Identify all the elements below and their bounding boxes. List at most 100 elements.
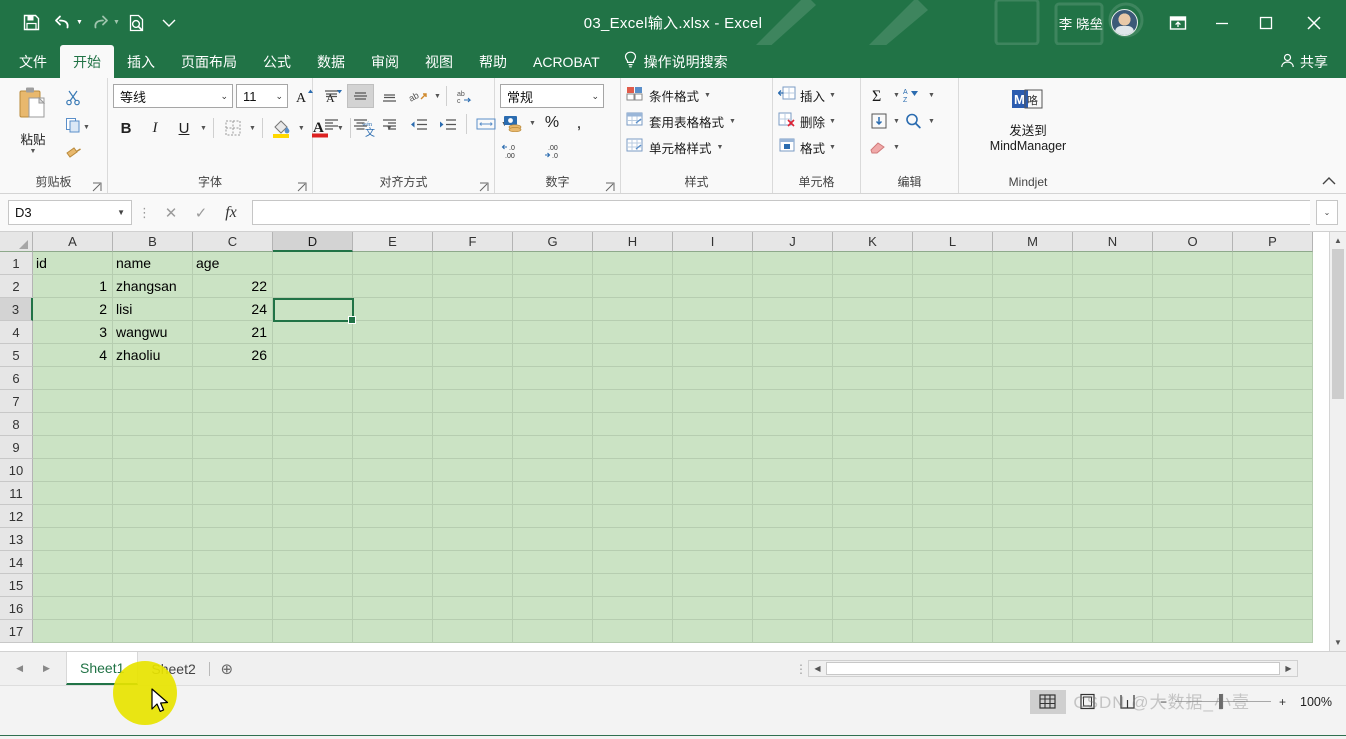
cell-K15[interactable] (833, 574, 913, 597)
format-painter-button[interactable] (61, 142, 90, 166)
zoom-slider[interactable] (1174, 694, 1271, 709)
cell-I7[interactable] (673, 390, 753, 413)
cell-I10[interactable] (673, 459, 753, 482)
vertical-scrollbar[interactable]: ▲ ▼ (1329, 232, 1346, 651)
paste-button[interactable]: 粘贴 ▼ (5, 84, 61, 155)
copy-dropdown-icon[interactable]: ▼ (83, 124, 90, 131)
chevron-down-icon[interactable]: ▼ (829, 92, 836, 99)
cell-E2[interactable] (353, 275, 433, 298)
accounting-dropdown-icon[interactable]: ▼ (529, 120, 536, 127)
borders-button[interactable] (220, 116, 246, 140)
cell-K6[interactable] (833, 367, 913, 390)
row-header-1[interactable]: 1 (0, 252, 33, 275)
cell-L10[interactable] (913, 459, 993, 482)
chevron-down-icon[interactable]: ▼ (729, 118, 736, 125)
fill-color-dropdown-icon[interactable]: ▼ (298, 125, 305, 132)
cell-F5[interactable] (433, 344, 513, 367)
comma-style-button[interactable]: , (568, 111, 590, 135)
cell-B9[interactable] (113, 436, 193, 459)
cell-P3[interactable] (1233, 298, 1313, 321)
cell-I11[interactable] (673, 482, 753, 505)
cell-C13[interactable] (193, 528, 273, 551)
cell-B4[interactable]: wangwu (113, 321, 193, 344)
cell-M12[interactable] (993, 505, 1073, 528)
cell-A5[interactable]: 4 (33, 344, 113, 367)
cell-G4[interactable] (513, 321, 593, 344)
cell-G17[interactable] (513, 620, 593, 643)
increase-indent-button[interactable] (434, 112, 461, 136)
redo-dropdown-icon[interactable]: ▼ (113, 19, 120, 26)
align-middle-button[interactable] (347, 84, 374, 108)
cell-P4[interactable] (1233, 321, 1313, 344)
cell-H1[interactable] (593, 252, 673, 275)
ribbon-display-options-icon[interactable] (1156, 0, 1200, 45)
cell-J1[interactable] (753, 252, 833, 275)
cell-N13[interactable] (1073, 528, 1153, 551)
paste-dropdown-icon[interactable]: ▼ (30, 148, 37, 155)
cell-F1[interactable] (433, 252, 513, 275)
cell-O15[interactable] (1153, 574, 1233, 597)
cell-L12[interactable] (913, 505, 993, 528)
cell-F15[interactable] (433, 574, 513, 597)
cell-J9[interactable] (753, 436, 833, 459)
cell-J14[interactable] (753, 551, 833, 574)
accounting-format-button[interactable] (500, 111, 526, 135)
cell-P10[interactable] (1233, 459, 1313, 482)
cell-C17[interactable] (193, 620, 273, 643)
cell-L6[interactable] (913, 367, 993, 390)
cell-A12[interactable] (33, 505, 113, 528)
normal-view-button[interactable] (1029, 689, 1066, 714)
chevron-down-icon[interactable]: ▼ (704, 92, 711, 99)
formula-input[interactable] (252, 200, 1310, 225)
cell-I1[interactable] (673, 252, 753, 275)
cell-N1[interactable] (1073, 252, 1153, 275)
cell-I5[interactable] (673, 344, 753, 367)
row-header-4[interactable]: 4 (0, 321, 33, 344)
fill-button[interactable] (866, 109, 892, 133)
column-header-M[interactable]: M (993, 232, 1073, 252)
print-preview-icon[interactable] (122, 9, 152, 37)
customize-qat-icon[interactable] (154, 9, 184, 37)
cell-D14[interactable] (273, 551, 353, 574)
cell-E14[interactable] (353, 551, 433, 574)
increase-decimal-button[interactable]: .0.00 (500, 138, 540, 162)
cell-E17[interactable] (353, 620, 433, 643)
cell-M9[interactable] (993, 436, 1073, 459)
cell-M6[interactable] (993, 367, 1073, 390)
cell-I17[interactable] (673, 620, 753, 643)
row-header-13[interactable]: 13 (0, 528, 33, 551)
tab-review[interactable]: 审阅 (358, 45, 412, 78)
cell-M1[interactable] (993, 252, 1073, 275)
insert-function-button[interactable]: fx (216, 200, 246, 225)
cell-G11[interactable] (513, 482, 593, 505)
column-header-P[interactable]: P (1233, 232, 1313, 252)
cell-E6[interactable] (353, 367, 433, 390)
cell-N16[interactable] (1073, 597, 1153, 620)
cell-C4[interactable]: 21 (193, 321, 273, 344)
cell-G3[interactable] (513, 298, 593, 321)
font-name-combo[interactable]: 等线 ⌄ (113, 84, 233, 108)
cell-P11[interactable] (1233, 482, 1313, 505)
cell-P13[interactable] (1233, 528, 1313, 551)
cell-M16[interactable] (993, 597, 1073, 620)
cell-C8[interactable] (193, 413, 273, 436)
cell-E1[interactable] (353, 252, 433, 275)
cell-H15[interactable] (593, 574, 673, 597)
cell-M8[interactable] (993, 413, 1073, 436)
cell-N6[interactable] (1073, 367, 1153, 390)
cell-J16[interactable] (753, 597, 833, 620)
zoom-in-button[interactable]: + (1279, 695, 1286, 709)
column-header-E[interactable]: E (353, 232, 433, 252)
italic-button[interactable]: I (142, 116, 168, 140)
cell-C16[interactable] (193, 597, 273, 620)
cell-J6[interactable] (753, 367, 833, 390)
cell-K5[interactable] (833, 344, 913, 367)
cell-J17[interactable] (753, 620, 833, 643)
cell-O17[interactable] (1153, 620, 1233, 643)
cell-L14[interactable] (913, 551, 993, 574)
cell-A3[interactable]: 2 (33, 298, 113, 321)
column-header-A[interactable]: A (33, 232, 113, 252)
cell-H11[interactable] (593, 482, 673, 505)
cell-M5[interactable] (993, 344, 1073, 367)
cell-F7[interactable] (433, 390, 513, 413)
